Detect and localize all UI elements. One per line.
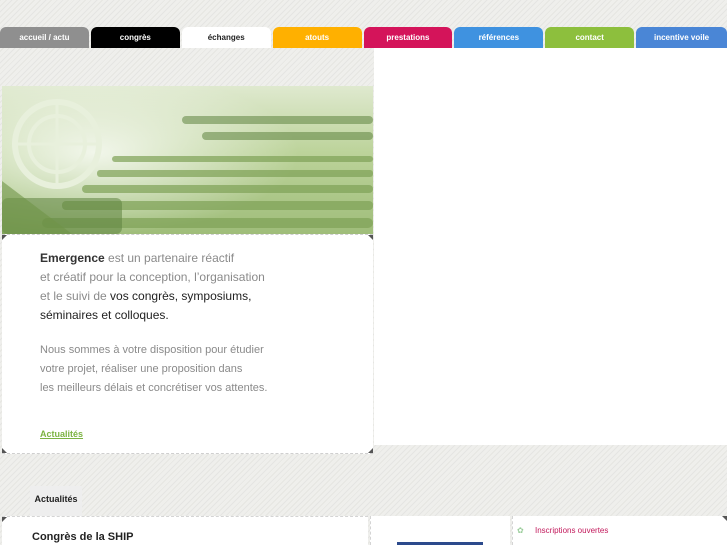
corner-marker: [368, 448, 373, 453]
auditorium-illustration: [2, 86, 373, 234]
nav-tab-accueil-actu[interactable]: accueil / actu: [0, 27, 89, 48]
right-panel: [374, 48, 727, 445]
intro-line: est un partenaire réactif: [104, 251, 235, 265]
nav-tab-r-f-rences[interactable]: références: [454, 27, 544, 48]
nav-tab-congr-s[interactable]: congrès: [90, 27, 180, 48]
nav-tab-incentive-voile[interactable]: incentive voile: [636, 27, 727, 48]
nav-tab-contact[interactable]: contact: [545, 27, 635, 48]
nav-tab--changes[interactable]: échanges: [181, 27, 271, 48]
intro-text: Emergence est un partenaire réactif et c…: [40, 249, 360, 325]
section-tab-actualites[interactable]: Actualités: [30, 486, 82, 516]
availability-text: Nous sommes à votre disposition pour étu…: [40, 341, 360, 398]
intro-panel: Emergence est un partenaire réactif et c…: [2, 48, 373, 454]
corner-marker: [2, 448, 7, 453]
nav-tab-atouts[interactable]: atouts: [272, 27, 362, 48]
inscriptions-card: ✿ Inscriptions ouvertes: [512, 516, 727, 545]
availability-line: votre projet, réaliser une proposition d…: [40, 363, 243, 375]
intro-line: et créatif pour la conception, l’organis…: [40, 270, 265, 284]
actualites-link[interactable]: Actualités: [40, 429, 83, 439]
intro-highlight: séminaires et colloques.: [40, 308, 169, 322]
intro-line: et le suivi de: [40, 289, 111, 303]
corner-marker: [2, 517, 7, 522]
intro-content: Emergence est un partenaire réactif et c…: [2, 234, 373, 454]
top-band: [2, 48, 373, 86]
corner-marker: [368, 235, 373, 240]
main-nav: accueil / actu congrès échanges atouts prest…: [0, 27, 727, 48]
nav-tab-prestations[interactable]: prestations: [363, 27, 453, 48]
brand-name: Emergence: [40, 251, 105, 265]
hero-image-auditorium: [2, 86, 373, 234]
news-image-card: [370, 516, 510, 545]
inscriptions-link[interactable]: Inscriptions ouvertes: [535, 526, 608, 535]
intro-highlight: vos congrès, symposiums,: [110, 289, 252, 303]
corner-marker: [2, 235, 7, 240]
news-card: Congrès de la SHIP: [2, 516, 368, 545]
corner-marker: [722, 516, 727, 521]
leaf-icon: ✿: [517, 526, 524, 535]
availability-line: les meilleurs délais et concrétiser vos …: [40, 382, 268, 394]
news-title[interactable]: Congrès de la SHIP: [32, 531, 133, 543]
availability-line: Nous sommes à votre disposition pour étu…: [40, 344, 264, 356]
